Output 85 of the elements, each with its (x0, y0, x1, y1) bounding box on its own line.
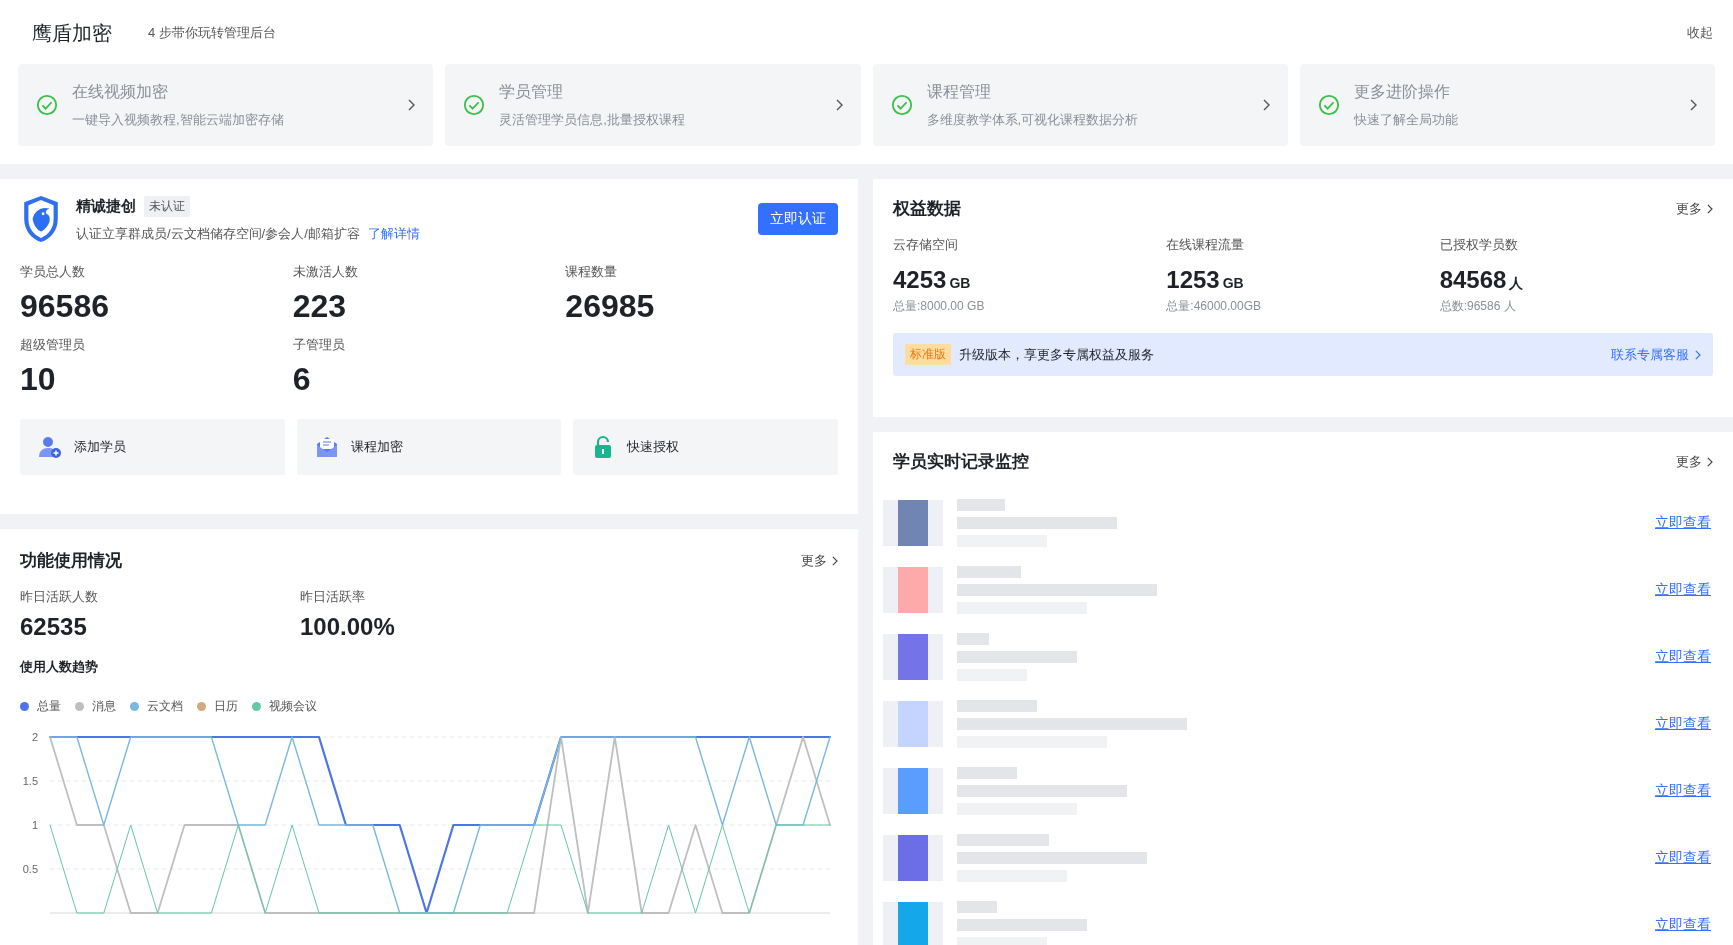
stat-value: 84568 (1439, 266, 1507, 294)
view-link[interactable]: 立即查看 (1655, 580, 1713, 599)
stat-value: 6 (292, 362, 312, 398)
stat-value: 4253 (893, 266, 947, 294)
card-title: 学员实时记录监控 (893, 451, 1029, 473)
banner-text: 升级版本，享更多专属权益及服务 (959, 345, 1155, 364)
collapse-link[interactable]: 收起 (1687, 24, 1715, 42)
chevron-right-icon (1689, 99, 1697, 111)
stat-unit: GB (949, 275, 971, 291)
view-link[interactable]: 立即查看 (1655, 781, 1713, 800)
envelope-icon (314, 435, 339, 460)
stat-label: 超级管理员 (20, 336, 86, 355)
chevron-right-icon (1261, 99, 1270, 111)
page-subtitle: 4 步带你玩转管理后台 (148, 24, 276, 42)
details-link[interactable]: 了解详情 (367, 224, 420, 243)
legend-label[interactable]: 总量 (37, 698, 61, 716)
y-tick-label: 1 (31, 819, 38, 832)
y-tick-label: 1.5 (22, 775, 38, 788)
view-link[interactable]: 立即查看 (1655, 915, 1713, 934)
view-link[interactable]: 立即查看 (1655, 647, 1713, 666)
legend-label[interactable]: 日历 (214, 698, 238, 716)
verification-badge: 未认证 (144, 195, 190, 217)
quick-action-button[interactable]: 添加学员 (20, 419, 285, 476)
stat-value: 26985 (565, 289, 656, 325)
legend-label[interactable]: 云文档 (147, 698, 183, 716)
organization-name: 精诚捷创 (76, 196, 136, 216)
step-description: 多维度教学体系,可视化课程数据分析 (926, 110, 1140, 129)
add-user-icon (38, 435, 62, 460)
stat-label: 昨日活跃率 (300, 588, 366, 606)
step-card[interactable]: 在线视频加密 一键导入视频教程,智能云端加密存储 (18, 64, 434, 146)
card-title: 权益数据 (893, 198, 961, 220)
chevron-right-icon (407, 99, 416, 111)
chevron-right-icon (834, 99, 843, 111)
step-title: 在线视频加密 (72, 81, 169, 102)
step-title: 课程管理 (926, 81, 992, 102)
stat-label: 云存储空间 (893, 236, 959, 254)
stat-unit: 人 (1509, 275, 1524, 293)
y-tick-label: 2 (31, 731, 38, 744)
chevron-right-icon (831, 555, 838, 566)
verification-description: 认证立享群成员/云文档储存空间/参会人/邮箱扩容 (76, 224, 360, 243)
stat-value: 62535 (20, 614, 88, 641)
stat-label: 学员总人数 (20, 263, 86, 281)
stat-note: 总数:96586 人 (1439, 298, 1517, 315)
more-link[interactable]: 更多 (1676, 452, 1713, 471)
stat-label: 昨日活跃人数 (20, 588, 99, 606)
stat-value: 96586 (20, 289, 110, 325)
page-title: 鹰盾加密 (32, 20, 112, 46)
step-card[interactable]: 课程管理 多维度教学体系,可视化课程数据分析 (872, 64, 1288, 146)
verify-button[interactable]: 立即认证 (758, 203, 838, 235)
stat-unit: GB (1222, 275, 1244, 291)
stat-note: 总量:8000.00 GB (893, 298, 986, 315)
stat-value: 223 (292, 289, 348, 325)
contact-link[interactable]: 联系专属客服 (1611, 345, 1701, 364)
stat-value: 10 (20, 362, 57, 398)
step-card[interactable]: 更多进阶操作 快速了解全局功能 (1299, 64, 1715, 146)
more-link[interactable]: 更多 (1676, 199, 1713, 218)
quick-action-button[interactable]: 快速授权 (573, 419, 838, 476)
view-link[interactable]: 立即查看 (1655, 513, 1713, 532)
stat-note: 总量:46000.00GB (1166, 298, 1263, 315)
step-title: 更多进阶操作 (1353, 81, 1451, 102)
stat-label: 已授权学员数 (1439, 236, 1519, 254)
stat-value: 100.00% (300, 614, 396, 641)
y-tick-label: 0.5 (22, 863, 38, 876)
stat-label: 未激活人数 (292, 263, 359, 281)
step-card[interactable]: 学员管理 灵活管理学员信息,批量授权课程 (445, 64, 861, 146)
chevron-right-icon (1706, 456, 1713, 467)
legend-label[interactable]: 视频会议 (269, 698, 317, 716)
view-link[interactable]: 立即查看 (1655, 848, 1713, 867)
step-title: 学员管理 (499, 81, 565, 102)
view-link[interactable]: 立即查看 (1655, 714, 1713, 733)
chevron-right-icon (1706, 203, 1713, 214)
stat-label: 在线课程流量 (1166, 236, 1246, 254)
plan-badge: 标准版 (905, 344, 951, 365)
step-description: 灵活管理学员信息,批量授权课程 (499, 110, 686, 129)
step-description: 一键导入视频教程,智能云端加密存储 (72, 110, 285, 129)
more-link[interactable]: 更多 (801, 551, 838, 570)
step-description: 快速了解全局功能 (1353, 110, 1459, 129)
legend-label[interactable]: 消息 (92, 698, 116, 716)
chart-title: 使用人数趋势 (20, 658, 99, 677)
card-title: 功能使用情况 (20, 550, 122, 572)
quick-action-button[interactable]: 课程加密 (296, 419, 562, 476)
stat-label: 课程数量 (565, 263, 619, 281)
chevron-right-icon (1694, 349, 1701, 360)
stat-value: 1253 (1166, 266, 1220, 294)
stat-label: 子管理员 (292, 336, 346, 355)
